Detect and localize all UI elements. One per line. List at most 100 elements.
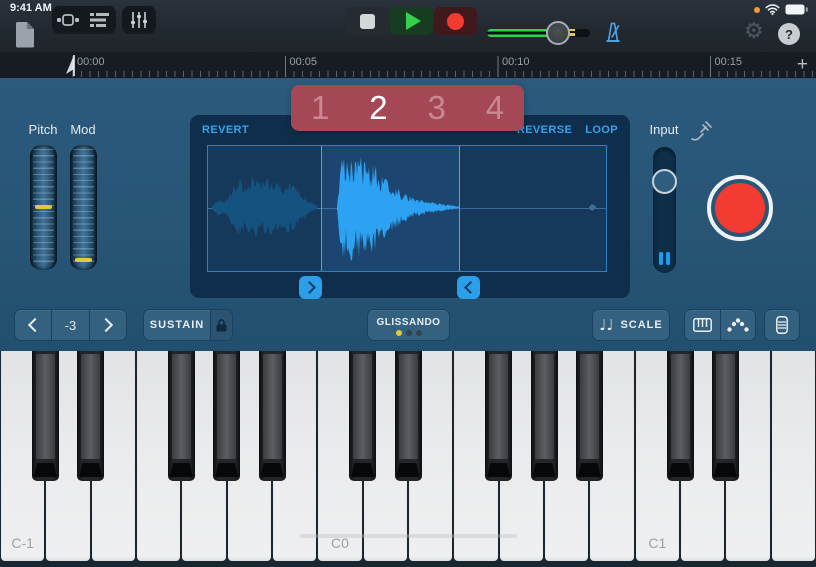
black-key[interactable] (485, 351, 512, 481)
section-option-1[interactable]: 1 (291, 85, 349, 131)
scale-strips-button[interactable] (720, 310, 756, 340)
ruler-time-label: 00:05 (290, 56, 318, 68)
black-key-panel (399, 354, 418, 459)
transport-controls (346, 7, 477, 35)
black-key[interactable] (213, 351, 240, 481)
reverse-button[interactable]: REVERSE (517, 124, 572, 136)
section-option-2[interactable]: 2 (349, 85, 407, 131)
revert-button[interactable]: REVERT (202, 124, 249, 136)
section-option-3[interactable]: 3 (408, 85, 466, 131)
tracks-list-button[interactable] (84, 6, 116, 34)
lock-icon (216, 319, 227, 332)
black-key-panel (671, 354, 690, 459)
timeline-ruler[interactable]: + 00:0000:0500:1000:15 (0, 52, 816, 79)
black-key-bevel (215, 463, 238, 477)
chevron-right-icon (99, 318, 113, 332)
black-key-panel (172, 354, 191, 459)
black-key[interactable] (531, 351, 558, 481)
view-toggle-group (52, 6, 116, 34)
black-key-panel (263, 354, 282, 459)
keyboard-mode-group (684, 309, 756, 341)
faders-icon (130, 11, 148, 29)
trim-start-handle[interactable] (299, 276, 322, 299)
stop-button[interactable] (346, 7, 389, 35)
wifi-icon (765, 4, 780, 15)
black-key[interactable] (667, 351, 694, 481)
chevron-right-icon (303, 281, 316, 294)
black-key-bevel (79, 463, 102, 477)
sustain-button[interactable]: SUSTAIN (144, 310, 210, 340)
octave-down-button[interactable] (15, 310, 51, 340)
black-key-panel (36, 354, 55, 459)
metronome-icon (602, 21, 624, 44)
ruler-ticks (0, 52, 816, 78)
keyboard-view-button[interactable] (685, 310, 720, 340)
help-button[interactable]: ? (778, 23, 800, 45)
mod-wheel[interactable] (70, 145, 97, 270)
section-option-4[interactable]: 4 (466, 85, 524, 131)
chevron-left-icon (28, 318, 42, 332)
add-section-button[interactable]: + (797, 54, 808, 76)
black-key-bevel (578, 463, 601, 477)
master-volume-slider[interactable] (487, 29, 555, 37)
waveform-display[interactable] (207, 145, 607, 272)
record-button[interactable] (434, 7, 477, 35)
scale-label: SCALE (620, 319, 662, 331)
strip-icon (776, 316, 788, 334)
pitch-wheel[interactable] (30, 145, 57, 270)
black-key-bevel (34, 463, 57, 477)
black-key[interactable] (77, 351, 104, 481)
record-icon (447, 13, 464, 30)
black-key-bevel (170, 463, 193, 477)
black-key[interactable] (395, 351, 422, 481)
black-key[interactable] (32, 351, 59, 481)
sustain-lock-button[interactable] (210, 310, 232, 340)
song-document-button[interactable] (14, 21, 36, 48)
transpose-value[interactable]: -3 (51, 310, 88, 340)
black-key[interactable] (576, 351, 603, 481)
piano-keys-icon (693, 318, 712, 332)
sample-selection-region[interactable] (321, 146, 460, 271)
mod-wheel-label: Mod (63, 122, 103, 137)
scale-button[interactable]: ♩♩ SCALE (592, 309, 670, 341)
document-icon (14, 21, 36, 48)
controls-faders-button[interactable] (122, 6, 156, 34)
mod-wheel-ridges (73, 149, 94, 266)
glissando-button[interactable]: GLISSANDO (367, 309, 450, 341)
octave-up-button[interactable] (89, 310, 126, 340)
top-toolbar: 9:41 AM (0, 0, 816, 53)
black-key[interactable] (349, 351, 376, 481)
metronome-button[interactable] (602, 21, 624, 44)
input-label: Input (642, 122, 686, 137)
black-key-panel (580, 354, 599, 459)
track-view-icon (57, 13, 79, 27)
black-key[interactable] (259, 351, 286, 481)
sample-record-icon (715, 183, 765, 233)
black-key[interactable] (712, 351, 739, 481)
track-view-button[interactable] (52, 6, 84, 34)
black-key-bevel (351, 463, 374, 477)
settings-gear-icon[interactable]: ⚙ (744, 19, 764, 44)
piano-keyboard: C-1C0C1 (0, 351, 816, 567)
clock-label: 9:41 AM (10, 2, 52, 14)
input-level-knob[interactable] (652, 169, 677, 194)
input-level-slider[interactable] (653, 147, 676, 273)
audio-jack-icon (690, 120, 712, 142)
sample-record-button[interactable] (707, 175, 773, 241)
mod-wheel-indicator (75, 258, 92, 262)
stop-icon (360, 14, 375, 29)
white-key[interactable] (772, 351, 815, 561)
master-volume-knob[interactable] (546, 21, 570, 45)
play-button[interactable] (390, 7, 433, 35)
mic-in-use-indicator (754, 7, 760, 13)
trim-end-handle[interactable] (457, 276, 480, 299)
note-arc-dots-icon (727, 318, 749, 332)
keyboard-settings-button[interactable] (764, 309, 800, 341)
black-key-bevel (669, 463, 692, 477)
glissando-label: GLISSANDO (377, 317, 441, 328)
key-label-C-1: C-1 (1, 535, 44, 551)
tracks-list-icon (90, 13, 110, 27)
keyboard-scrollbar[interactable] (300, 534, 517, 538)
loop-button[interactable]: LOOP (585, 124, 618, 136)
black-key[interactable] (168, 351, 195, 481)
